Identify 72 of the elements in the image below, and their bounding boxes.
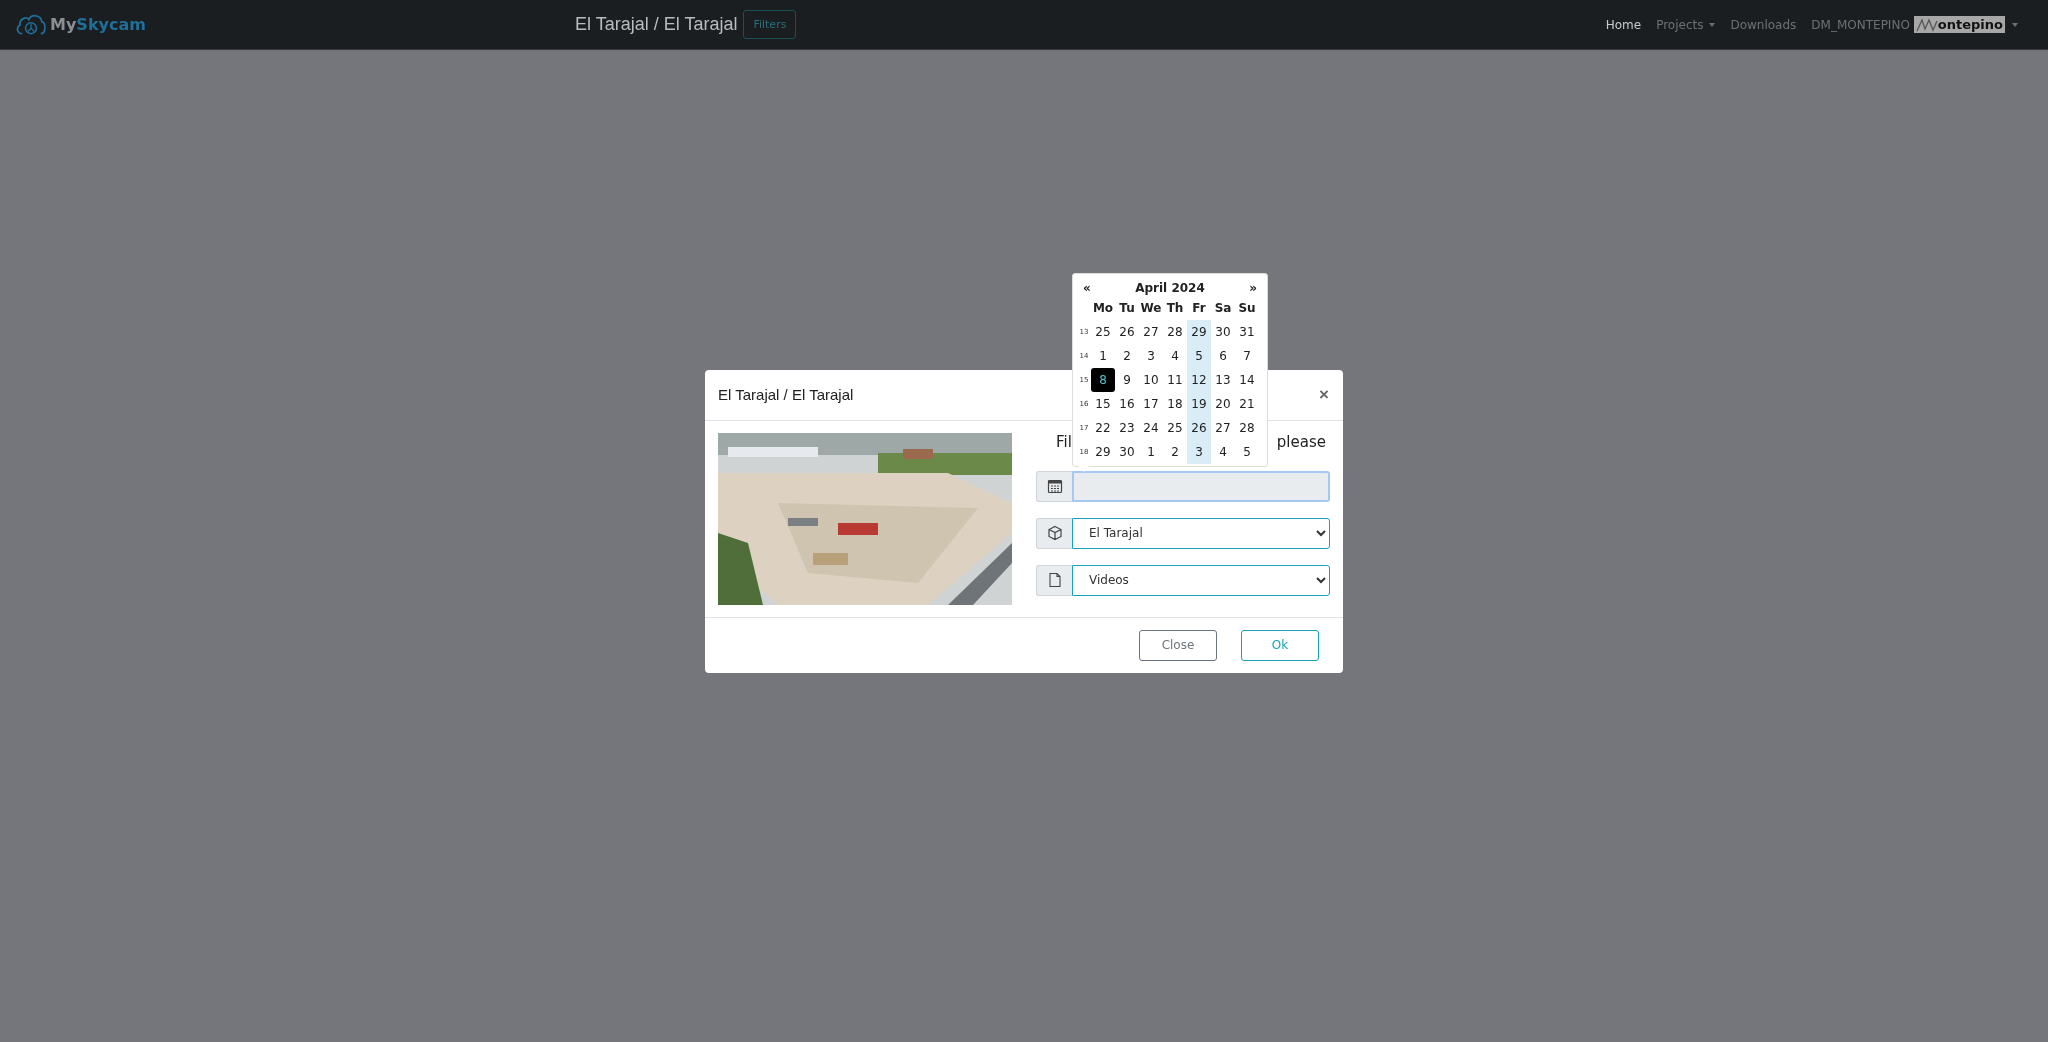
calendar-day[interactable]: 6 (1211, 343, 1235, 368)
weekday-label: Su (1237, 299, 1257, 317)
calendar-day[interactable]: 31 (1235, 319, 1259, 344)
calendar-day[interactable]: 7 (1235, 343, 1259, 368)
calendar-day[interactable]: 3 (1139, 343, 1163, 368)
calendar-day[interactable]: 23 (1115, 415, 1139, 440)
instruction-text: please (1276, 432, 1326, 453)
close-button[interactable]: × (1319, 384, 1329, 405)
calendar-day[interactable]: 24 (1139, 415, 1163, 440)
calendar-day[interactable]: 27 (1211, 415, 1235, 440)
project-title: El Tarajal / El Tarajal (575, 14, 738, 35)
date-field[interactable] (1072, 470, 1330, 502)
user-logo[interactable]: ontepino (1913, 16, 2005, 33)
calendar-day[interactable]: 27 (1139, 319, 1163, 344)
nav-link[interactable]: Home (1605, 17, 1642, 32)
previous-month-button[interactable]: « (1083, 280, 1091, 295)
calendar-day[interactable]: 30 (1211, 319, 1235, 344)
calendar-day[interactable]: 1 (1139, 439, 1163, 464)
calendar-day[interactable]: 19 (1187, 391, 1211, 416)
calendar-day[interactable]: 18 (1163, 391, 1187, 416)
calendar-day[interactable]: 30 (1115, 439, 1139, 464)
next-month-button[interactable]: » (1249, 280, 1257, 295)
logo-text: ontepino (1937, 17, 2003, 32)
caret-icon[interactable] (2012, 22, 2018, 27)
calendar-day[interactable]: 14 (1235, 367, 1259, 392)
brand-logo[interactable]: MySkycam (14, 11, 146, 38)
weekday-label: We (1139, 299, 1163, 317)
calendar-day[interactable]: 4 (1163, 343, 1187, 368)
calendar-day[interactable]: 2 (1115, 343, 1139, 368)
file-icon (1046, 572, 1063, 588)
calendar-day[interactable]: 29 (1091, 439, 1115, 464)
instruction-text: Fil (1056, 432, 1072, 453)
weekday-label: Mo (1091, 299, 1115, 317)
caret-icon (1709, 22, 1716, 27)
dialog-title: El Tarajal / El Tarajal (718, 386, 854, 403)
calendar-day[interactable]: 25 (1163, 415, 1187, 440)
calendar-day[interactable]: 11 (1163, 367, 1187, 392)
calendar-day[interactable]: 5 (1235, 439, 1259, 464)
calendar-day[interactable]: 15 (1091, 391, 1115, 416)
calendar-day[interactable]: 3 (1187, 439, 1211, 464)
calendar-day[interactable]: 22 (1091, 415, 1115, 440)
select-field[interactable]: Videos (1072, 564, 1330, 596)
close-button[interactable]: Close (1139, 629, 1217, 661)
calendar-day[interactable]: 26 (1187, 415, 1211, 440)
month-title[interactable]: April 2024 (1135, 280, 1205, 295)
calendar-day[interactable]: 9 (1115, 367, 1139, 392)
calendar-day[interactable]: 28 (1235, 415, 1259, 440)
calendar-day[interactable]: 4 (1211, 439, 1235, 464)
calendar-day[interactable]: 29 (1187, 319, 1211, 344)
weekday-label: Sa (1213, 299, 1233, 317)
calendar-day[interactable]: 10 (1139, 367, 1163, 392)
scribble-mark-icon (1915, 17, 1938, 32)
calendar-day[interactable]: 5 (1187, 343, 1211, 368)
calendar-icon (1046, 478, 1063, 494)
calendar-day[interactable]: 16 (1115, 391, 1139, 416)
calendar-day[interactable]: 1 (1091, 343, 1115, 368)
select-field[interactable]: El Tarajal (1072, 517, 1330, 549)
weekday-label: Th (1165, 299, 1185, 317)
calendar-day[interactable]: 26 (1115, 319, 1139, 344)
calendar-day[interactable]: 13 (1211, 367, 1235, 392)
cube-icon (1046, 525, 1063, 541)
calendar-day[interactable]: 17 (1139, 391, 1163, 416)
calendar-day[interactable]: 2 (1163, 439, 1187, 464)
calendar-day[interactable]: 12 (1187, 367, 1211, 392)
calendar-day[interactable]: 20 (1211, 391, 1235, 416)
calendar-day[interactable]: 28 (1163, 319, 1187, 344)
weekday-label: Tu (1118, 299, 1136, 317)
calendar-day[interactable]: 25 (1091, 319, 1115, 344)
weekday-label: Fr (1191, 299, 1207, 317)
calendar-day[interactable]: 21 (1235, 391, 1259, 416)
calendar-day[interactable]: 8 (1091, 367, 1115, 392)
brand-name: MySkycam (50, 15, 146, 34)
